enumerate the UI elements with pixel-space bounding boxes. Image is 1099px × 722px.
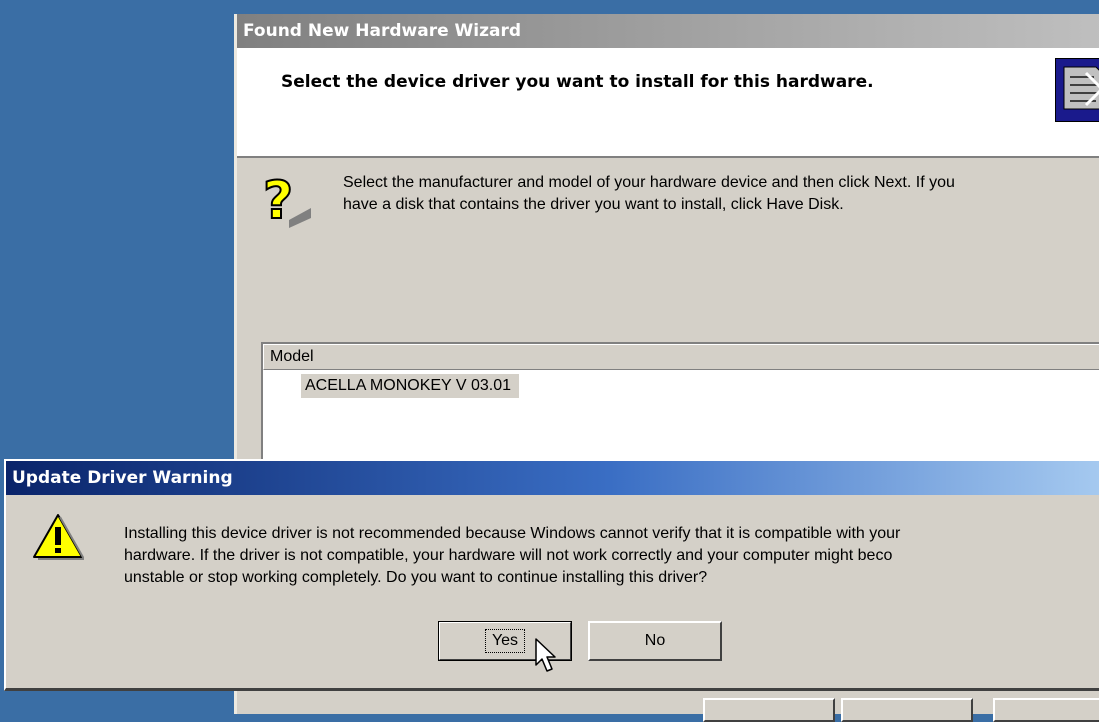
wizard-back-button[interactable] [703, 698, 835, 722]
hardware-wizard-icon [1055, 58, 1099, 122]
wizard-cancel-button[interactable] [993, 698, 1099, 722]
mouse-pointer-icon [534, 637, 560, 675]
no-button[interactable]: No [588, 621, 722, 661]
instructions-text: Select the manufacturer and model of you… [343, 172, 1099, 216]
no-button-label: No [644, 632, 666, 649]
wizard-header: Select the device driver you want to ins… [237, 48, 1099, 158]
svg-text:?: ? [263, 171, 293, 231]
model-list-item[interactable]: ACELLA MONOKEY V 03.01 [301, 374, 520, 398]
instruction-line-1: Select the manufacturer and model of you… [343, 174, 955, 191]
instruction-line-2: have a disk that contains the driver you… [343, 196, 844, 213]
warning-title: Update Driver Warning [12, 468, 233, 488]
wizard-title: Found New Hardware Wizard [243, 21, 522, 41]
warning-title-bar[interactable]: Update Driver Warning [6, 461, 1099, 495]
header-title: Select the device driver you want to ins… [281, 72, 874, 92]
model-column-header[interactable]: Model [263, 344, 1099, 370]
warning-message: Installing this device driver is not rec… [124, 523, 1099, 589]
warning-message-line-1: Installing this device driver is not rec… [124, 525, 901, 542]
yes-button-label: Yes [484, 629, 526, 653]
warning-triangle-icon [32, 513, 86, 561]
wizard-title-bar[interactable]: Found New Hardware Wizard [237, 14, 1099, 48]
wizard-next-button[interactable] [841, 698, 973, 722]
warning-message-line-3: unstable or stop working completely. Do … [124, 569, 708, 586]
warning-message-line-2: hardware. If the driver is not compatibl… [124, 547, 893, 564]
question-mark-help-icon: ? [259, 168, 319, 232]
